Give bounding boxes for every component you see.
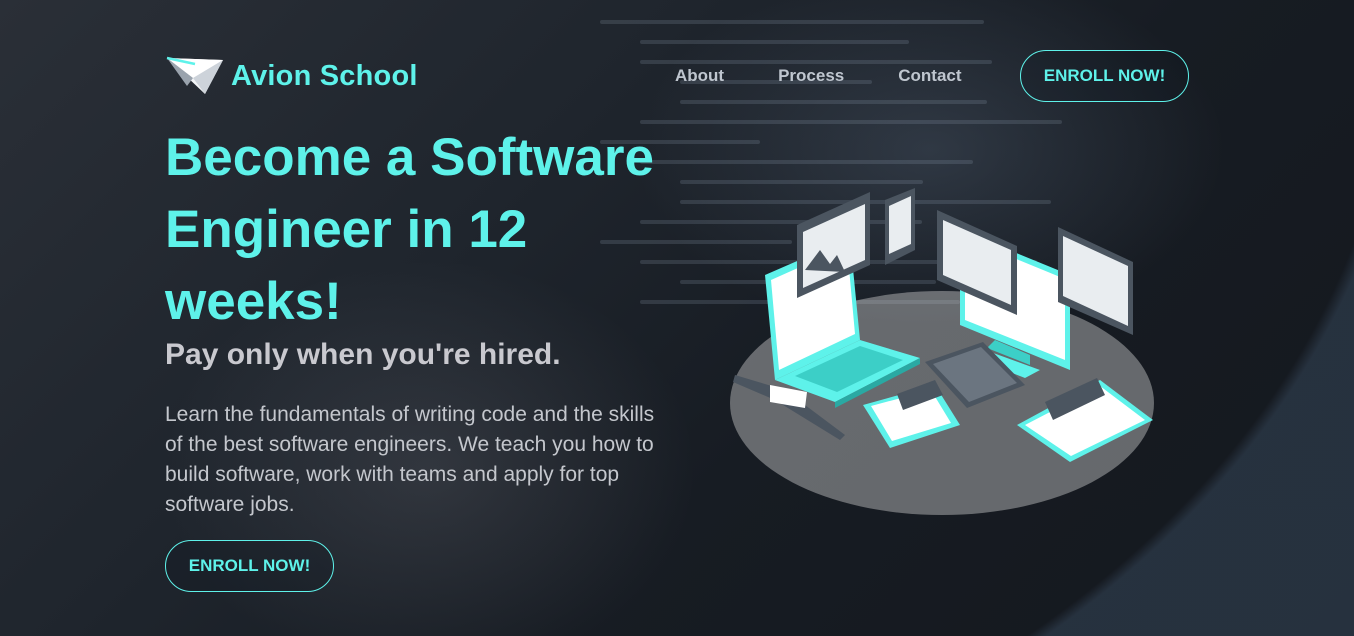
nav-link-about[interactable]: About	[648, 50, 751, 102]
main-nav: About Process Contact	[648, 50, 989, 102]
hero-title: Become a Software Engineer in 12 weeks!	[165, 128, 654, 331]
nav-link-contact[interactable]: Contact	[871, 50, 988, 102]
hero-subtitle: Pay only when you're hired.	[165, 338, 561, 371]
nav-enroll-button[interactable]: ENROLL NOW!	[1020, 50, 1189, 102]
isometric-devices-icon	[730, 188, 1154, 515]
brand-name: Avion School	[231, 59, 418, 92]
brand-logo[interactable]: Avion School	[165, 56, 418, 96]
hero-enroll-button[interactable]: ENROLL NOW!	[165, 540, 334, 592]
nav-link-process[interactable]: Process	[751, 50, 871, 102]
paper-plane-icon	[166, 56, 223, 94]
hero-description: Learn the fundamentals of writing code a…	[165, 403, 655, 516]
